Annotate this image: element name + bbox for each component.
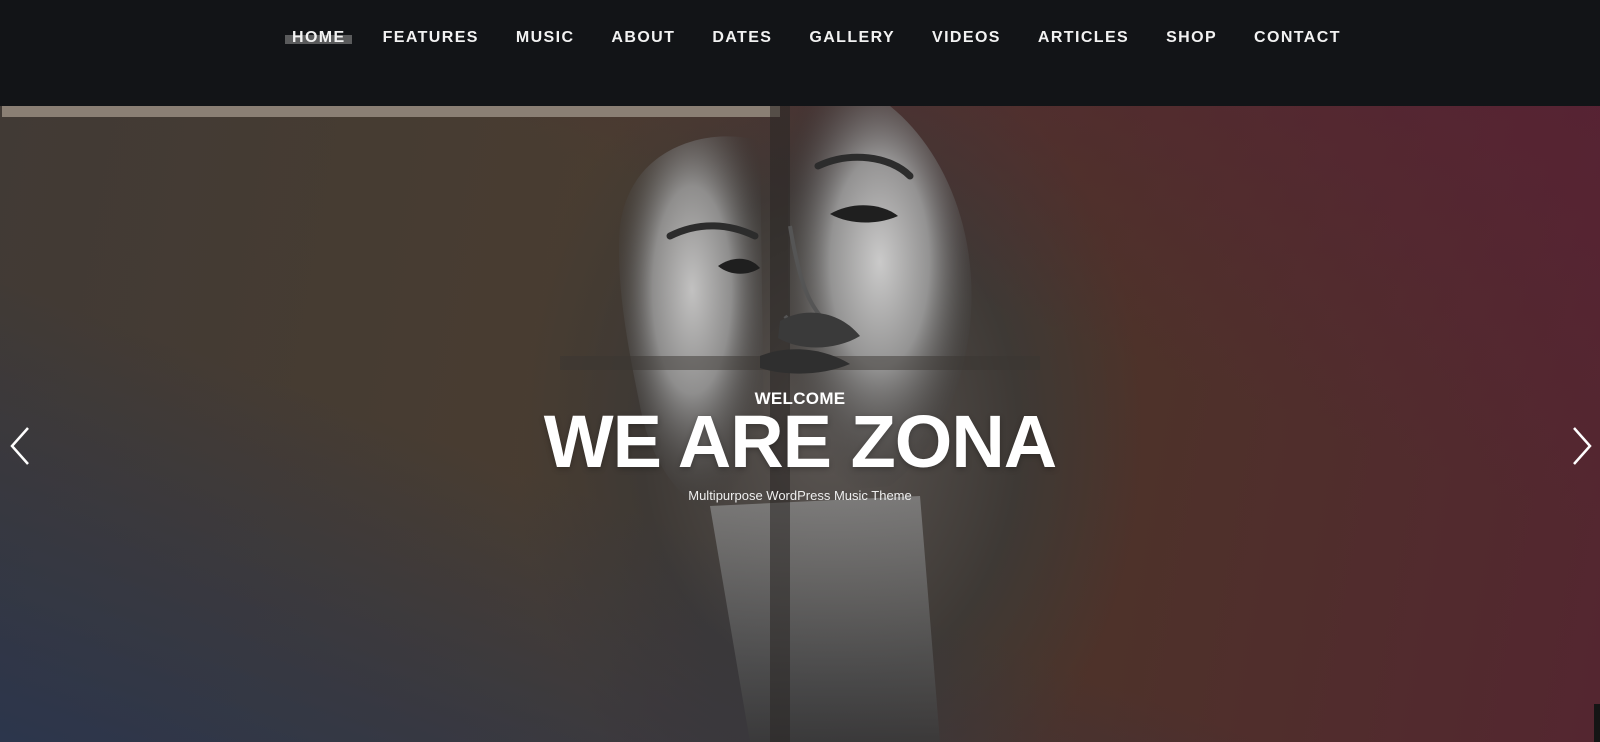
- nav-item-contact[interactable]: CONTACT: [1254, 27, 1341, 49]
- nav-item-dates[interactable]: DATES: [712, 27, 772, 49]
- hero-title: WE ARE ZONA: [543, 400, 1057, 483]
- nav-item-articles[interactable]: ARTICLES: [1038, 27, 1129, 49]
- nav-item-shop[interactable]: SHOP: [1166, 27, 1217, 49]
- nav-item-home[interactable]: HOME: [285, 27, 352, 49]
- nav-item-music[interactable]: MUSIC: [516, 27, 575, 49]
- hero-subtitle: Multipurpose WordPress Music Theme: [688, 488, 912, 503]
- scroll-indicator: [1594, 704, 1600, 742]
- main-nav: HOME FEATURES MUSIC ABOUT DATES GALLERY …: [285, 27, 1378, 49]
- nav-item-about[interactable]: ABOUT: [611, 27, 675, 49]
- nav-item-videos[interactable]: VIDEOS: [932, 27, 1001, 49]
- nav-item-gallery[interactable]: GALLERY: [809, 27, 895, 49]
- hero-slider: WELCOME WE ARE ZONA Multipurpose WordPre…: [0, 106, 1600, 742]
- site-header: HOME FEATURES MUSIC ABOUT DATES GALLERY …: [0, 0, 1600, 106]
- nav-item-features[interactable]: FEATURES: [383, 27, 479, 49]
